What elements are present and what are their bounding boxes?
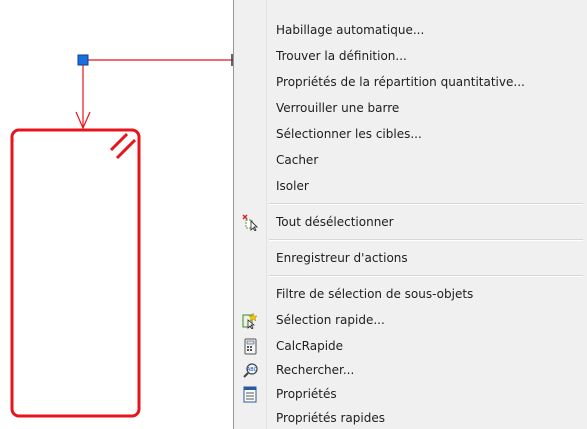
menu-item-isoler[interactable]: Isoler bbox=[234, 174, 587, 198]
menu-item-label: Tout désélectionner bbox=[276, 215, 394, 229]
quick-select-icon bbox=[242, 312, 259, 330]
menu-item-trouver-definition[interactable]: Trouver la définition... bbox=[234, 44, 587, 68]
menu-item-rechercher[interactable]: ABC Rechercher... bbox=[234, 358, 587, 382]
menu-item-selection-rapide[interactable]: Sélection rapide... bbox=[234, 308, 587, 332]
menu-item-verrouiller-barre[interactable]: Verrouiller une barre bbox=[234, 96, 587, 120]
menu-item-label: Cacher bbox=[276, 153, 319, 167]
grip-handle[interactable] bbox=[77, 54, 89, 66]
menu-item-label: Verrouiller une barre bbox=[276, 101, 400, 115]
menu-item-enregistreur-actions[interactable]: Enregistreur d'actions bbox=[234, 246, 587, 270]
menu-item-tout-deselectionner[interactable]: Tout désélectionner bbox=[234, 210, 587, 234]
stirrup-bar-shape[interactable] bbox=[10, 128, 141, 418]
menu-item-filtre-selection[interactable]: Filtre de sélection de sous-objets bbox=[234, 282, 587, 306]
menu-separator bbox=[269, 239, 583, 241]
stirrup-hook-1 bbox=[109, 132, 129, 152]
menu-separator bbox=[269, 203, 583, 205]
menu-item-proprietes-repartition[interactable]: Propriétés de la répartition quantitativ… bbox=[234, 70, 587, 94]
menu-separator bbox=[269, 275, 583, 277]
menu-item-label: Sélectionner les cibles... bbox=[276, 127, 422, 141]
menu-item-label: Sélection rapide... bbox=[276, 313, 385, 327]
menu-item-calcrapide[interactable]: CalcRapide bbox=[234, 334, 587, 358]
menu-item-label: Trouver la définition... bbox=[276, 49, 407, 63]
menu-item-proprietes-rapides[interactable]: Propriétés rapides bbox=[234, 406, 587, 429]
menu-item-cacher[interactable]: Cacher bbox=[234, 148, 587, 172]
calculator-icon bbox=[242, 338, 259, 355]
menu-item-proprietes[interactable]: Propriétés bbox=[234, 382, 587, 406]
menu-item-label: Propriétés bbox=[276, 387, 337, 401]
menu-item-label: Propriétés de la répartition quantitativ… bbox=[276, 75, 525, 89]
deselect-all-icon bbox=[242, 214, 259, 232]
menu-item-label: Enregistreur d'actions bbox=[276, 251, 408, 265]
menu-item-label: Habillage automatique... bbox=[276, 23, 425, 37]
find-text-icon: ABC bbox=[242, 362, 259, 379]
menu-item-selectionner-cibles[interactable]: Sélectionner les cibles... bbox=[234, 122, 587, 146]
menu-item-label: Isoler bbox=[276, 179, 309, 193]
menu-item-label: Rechercher... bbox=[276, 363, 355, 377]
context-menu: Habillage automatique... Trouver la défi… bbox=[233, 0, 587, 429]
menu-item-habillage-automatique[interactable]: Habillage automatique... bbox=[234, 18, 587, 42]
menu-item-label: Filtre de sélection de sous-objets bbox=[276, 287, 474, 301]
svg-text:ABC: ABC bbox=[247, 367, 258, 373]
properties-icon bbox=[242, 386, 259, 403]
menu-item-label: Propriétés rapides bbox=[276, 411, 385, 425]
menu-item-label: CalcRapide bbox=[276, 339, 344, 353]
